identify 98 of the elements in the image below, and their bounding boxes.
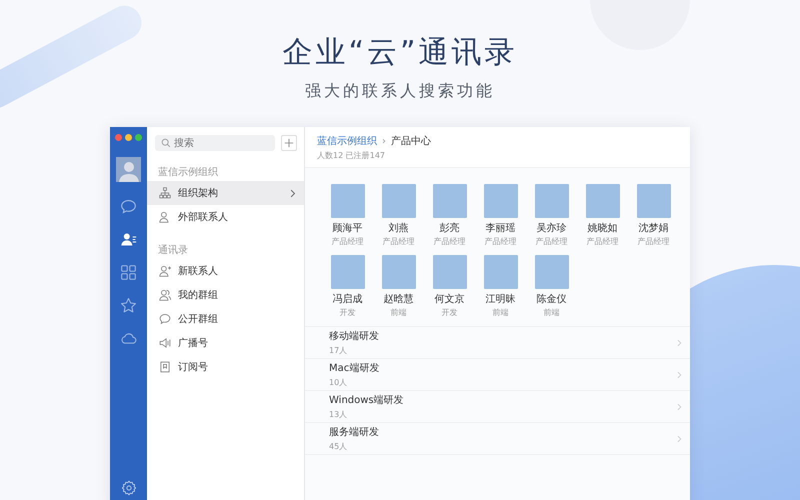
member-stats: 人数12 已注册147 <box>317 150 386 161</box>
sidebar-item-label: 我的群组 <box>178 288 219 302</box>
photo-placeholder[interactable] <box>586 184 620 218</box>
person-name: 李丽瑶 <box>486 222 516 235</box>
apps-tab[interactable] <box>120 263 137 281</box>
department-row[interactable]: Windows端研发 13人 <box>305 391 690 423</box>
photo-placeholder[interactable] <box>636 184 670 218</box>
sidebar-item-label: 公开群组 <box>178 313 219 326</box>
sidebar-item[interactable]: 我的群组 <box>147 283 304 307</box>
person-role: 产品经理 <box>586 236 618 247</box>
close-button[interactable] <box>115 134 122 141</box>
person-role: 产品经理 <box>484 236 516 247</box>
sidebar-item-label: 广播号 <box>178 336 209 350</box>
person-role: 产品经理 <box>382 236 414 247</box>
photo-placeholder[interactable] <box>432 184 466 218</box>
person-name: 冯启成 <box>332 292 362 306</box>
sidebar-item[interactable]: 组织架构 <box>147 181 304 205</box>
subheadline: 强大的联系人搜索功能 <box>305 81 495 102</box>
person-name: 陈金仪 <box>536 293 566 306</box>
photo-placeholder[interactable] <box>484 184 518 218</box>
section-heading: 蓝信示例组织 <box>157 166 219 177</box>
search-icon <box>161 138 171 148</box>
department-name: 移动端研发 <box>329 330 380 343</box>
chat-tab[interactable] <box>120 197 137 215</box>
breadcrumb-separator: › <box>382 136 386 146</box>
star-tab[interactable] <box>120 296 137 314</box>
department-row[interactable]: 移动端研发 17人 <box>305 327 690 359</box>
person-name: 赵晗慧 <box>384 292 414 306</box>
sidebar-item[interactable]: 公开群组 <box>147 307 304 331</box>
person-role: 产品经理 <box>332 236 364 247</box>
section-heading: 通讯录 <box>157 244 189 255</box>
member-count: 17人 <box>329 345 348 356</box>
department-name: Windows端研发 <box>329 394 405 407</box>
department-name: 服务端研发 <box>329 426 380 439</box>
sidebar-item-label: 新联系人 <box>178 264 219 278</box>
chevron-right-icon <box>290 188 296 198</box>
headline: 企业“云”通讯录 <box>282 34 518 72</box>
photo-placeholder[interactable] <box>330 255 364 289</box>
breadcrumb-link[interactable]: 蓝信示例组织 <box>317 134 377 148</box>
photo-placeholder[interactable] <box>534 255 568 289</box>
photo-placeholder[interactable] <box>534 184 568 218</box>
avatar[interactable] <box>116 157 141 182</box>
zoom-button[interactable] <box>135 134 142 141</box>
photo-placeholder[interactable] <box>330 184 364 218</box>
sidebar-item[interactable]: 广播号 <box>147 331 304 355</box>
sidebar-item[interactable]: 新联系人 <box>147 259 304 283</box>
person-name: 姚晓如 <box>588 222 618 235</box>
sidebar-item[interactable]: 订阅号 <box>147 355 304 379</box>
minimize-button[interactable] <box>125 134 132 141</box>
chevron-right-icon <box>677 338 682 346</box>
department-name: Mac端研发 <box>329 362 380 375</box>
person-name: 顾海平 <box>332 222 362 235</box>
chevron-right-icon <box>677 370 682 378</box>
person-name: 江明昧 <box>486 292 516 306</box>
sidebar-item[interactable]: 外部联系人 <box>147 205 304 229</box>
person-name: 沈梦娟 <box>638 222 668 235</box>
person-role: 产品经理 <box>536 236 568 247</box>
photo-placeholder[interactable] <box>382 255 416 289</box>
person-icon <box>159 289 171 301</box>
plus-icon <box>284 138 294 148</box>
star-icon <box>120 296 137 314</box>
person-role: 前端 <box>390 307 406 318</box>
add-button[interactable] <box>281 135 297 151</box>
person-role: 产品经理 <box>638 236 670 247</box>
member-count: 13人 <box>329 409 348 420</box>
person-name: 吴亦珍 <box>536 222 566 235</box>
sidebar-item-label: 订阅号 <box>178 361 209 374</box>
grid-icon <box>120 264 137 280</box>
photo-placeholder[interactable] <box>382 184 416 218</box>
person-role: 前端 <box>492 307 508 318</box>
person-name: 彭亮 <box>440 222 460 235</box>
chevron-right-icon <box>677 434 682 442</box>
person-role: 产品经理 <box>434 236 466 247</box>
chevron-right-icon <box>677 402 682 410</box>
sidebar-item-label: 组织架构 <box>178 186 219 200</box>
breadcrumb-current: 产品中心 <box>391 134 431 148</box>
settings-icon[interactable] <box>120 480 136 496</box>
person-icon <box>159 211 171 223</box>
photo-placeholder[interactable] <box>484 255 518 289</box>
person-name: 刘燕 <box>388 222 408 235</box>
person-role: 开发 <box>442 307 458 318</box>
department-row[interactable]: 服务端研发 45人 <box>305 423 690 455</box>
photo-placeholder[interactable] <box>432 255 466 289</box>
search-field[interactable]: 搜索 <box>155 135 275 151</box>
department-row[interactable]: Mac端研发 10人 <box>305 359 690 391</box>
person-name: 何文京 <box>434 292 464 306</box>
person-role: 前端 <box>544 307 560 318</box>
sidebar-item-label: 外部联系人 <box>178 210 229 224</box>
speaker-icon <box>159 337 171 349</box>
chat-bubble-icon <box>120 198 137 214</box>
hierarchy-icon <box>159 187 171 199</box>
person-icon <box>159 265 171 277</box>
person-role: 开发 <box>340 307 356 318</box>
contact-card-icon <box>120 230 137 248</box>
member-count: 45人 <box>329 441 348 452</box>
chat-bubble-icon <box>159 313 171 325</box>
bookmark-icon <box>159 361 171 373</box>
member-count: 10人 <box>329 377 348 388</box>
